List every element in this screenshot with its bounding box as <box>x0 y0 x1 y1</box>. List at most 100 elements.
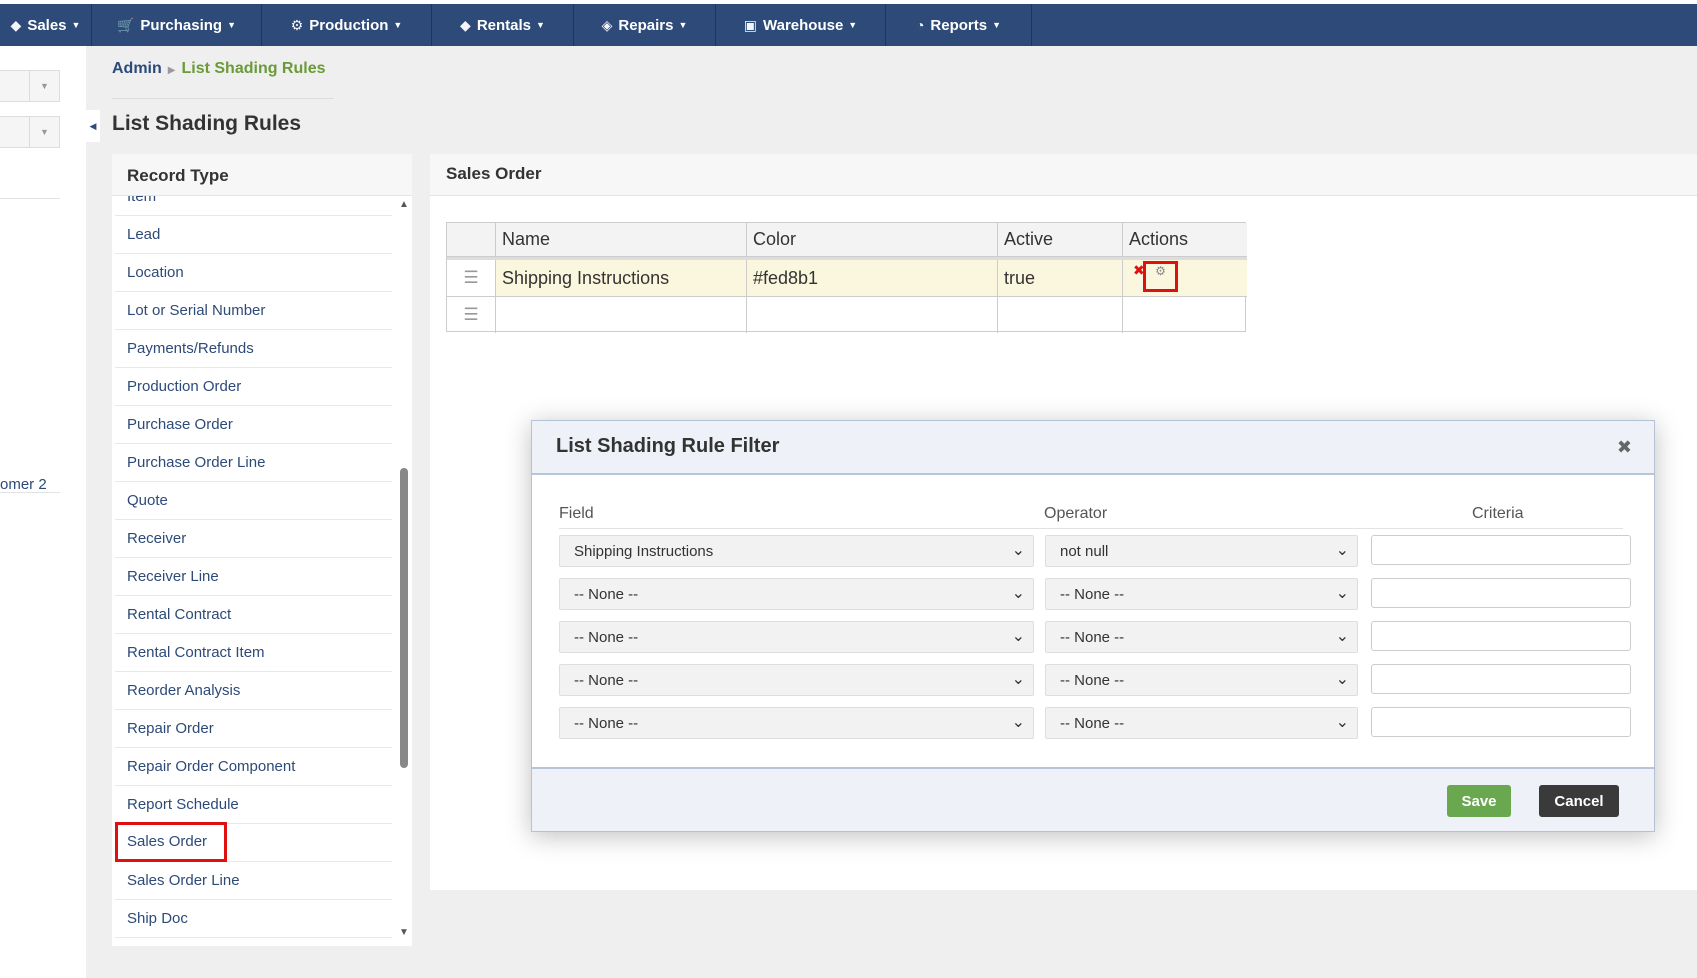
operator-select-value: -- None -- <box>1060 586 1125 603</box>
caret-down-icon: ▼ <box>848 20 858 30</box>
save-button[interactable]: Save <box>1447 785 1511 817</box>
scroll-down-icon[interactable]: ▼ <box>398 926 410 938</box>
list-item[interactable]: Item <box>115 196 392 216</box>
scrollbar-thumb[interactable] <box>400 468 408 768</box>
list-item[interactable]: Receiver <box>115 520 392 558</box>
list-item[interactable]: Purchase Order Line <box>115 444 392 482</box>
left-select-1[interactable]: ▼ <box>0 70 60 102</box>
nav-purchasing[interactable]: 🛒 Purchasing ▼ <box>92 4 262 46</box>
cell-actions: ✖ ⚙ <box>1123 260 1247 296</box>
field-select[interactable]: -- None -- ⌄ <box>559 664 1034 696</box>
chevron-down-icon: ⌄ <box>1011 542 1025 559</box>
gear-icon[interactable]: ⚙ <box>1143 261 1178 292</box>
list-item[interactable]: Location <box>115 254 392 292</box>
field-select[interactable]: -- None -- ⌄ <box>559 578 1034 610</box>
operator-select-value: not null <box>1060 543 1109 560</box>
criteria-input[interactable] <box>1371 707 1631 737</box>
breadcrumb: Admin ▶ List Shading Rules <box>112 60 326 78</box>
criteria-input[interactable] <box>1371 664 1631 694</box>
list-item[interactable]: Rental Contract Item <box>115 634 392 672</box>
column-header-name[interactable]: Name <box>496 223 747 256</box>
criteria-input[interactable] <box>1371 621 1631 651</box>
nav-reports[interactable]: ◔ Reports ▼ <box>886 4 1032 46</box>
list-item[interactable]: Purchase Order <box>115 406 392 444</box>
list-item[interactable]: Production Order <box>115 368 392 406</box>
rules-grid: Name Color Active Actions ☰ Shipping Ins… <box>446 222 1247 333</box>
record-type-list[interactable]: Item Lead Location Lot or Serial Number … <box>115 196 392 940</box>
cart-icon: 🛒 <box>116 16 135 33</box>
cell-name[interactable] <box>496 297 747 333</box>
list-item[interactable]: Reorder Analysis <box>115 672 392 710</box>
field-select-value: -- None -- <box>574 715 639 732</box>
drag-handle-icon[interactable]: ☰ <box>447 260 496 296</box>
nav-warehouse-label: Warehouse <box>763 16 844 34</box>
list-item[interactable]: Rental Contract <box>115 596 392 634</box>
field-select[interactable]: Shipping Instructions ⌄ <box>559 535 1034 567</box>
chevron-down-icon: ⌄ <box>1011 585 1025 602</box>
table-row[interactable]: ☰ Shipping Instructions #fed8b1 true ✖ ⚙ <box>447 260 1247 297</box>
cell-color[interactable]: #fed8b1 <box>747 260 998 296</box>
divider <box>559 528 1623 529</box>
scroll-up-icon[interactable]: ▲ <box>398 198 410 210</box>
cancel-button[interactable]: Cancel <box>1539 785 1619 817</box>
cell-active[interactable]: true <box>998 260 1123 296</box>
list-item-selected[interactable]: Sales Order <box>115 822 392 862</box>
field-select[interactable]: -- None -- ⌄ <box>559 707 1034 739</box>
collapse-sidebar-icon[interactable]: ◀ <box>86 110 100 142</box>
criteria-input[interactable] <box>1371 535 1631 565</box>
field-select-value: -- None -- <box>574 629 639 646</box>
list-item[interactable]: Payments/Refunds <box>115 330 392 368</box>
nav-repairs[interactable]: ◈ Repairs ▼ <box>574 4 716 46</box>
operator-select[interactable]: -- None -- ⌄ <box>1045 707 1358 739</box>
selected-highlight-box[interactable]: Sales Order <box>115 822 227 862</box>
column-header-color[interactable]: Color <box>747 223 998 256</box>
nav-sales[interactable]: ◆ Sales ▼ <box>0 4 92 46</box>
operator-select-value: -- None -- <box>1060 672 1125 689</box>
cube-icon: ▣ <box>743 16 757 33</box>
list-item[interactable]: Lot or Serial Number <box>115 292 392 330</box>
operator-select[interactable]: not null ⌄ <box>1045 535 1358 567</box>
field-select[interactable]: -- None -- ⌄ <box>559 621 1034 653</box>
close-icon[interactable]: ✖ <box>1617 437 1632 458</box>
gears-icon: ⚙ <box>290 16 304 33</box>
caret-down-icon: ▼ <box>227 20 237 30</box>
cell-active[interactable] <box>998 297 1123 333</box>
list-item[interactable]: Report Schedule <box>115 786 392 824</box>
list-item[interactable]: Repair Order Component <box>115 748 392 786</box>
left-partial-text[interactable]: omer 2 <box>0 476 47 493</box>
operator-select[interactable]: -- None -- ⌄ <box>1045 664 1358 696</box>
column-header-active[interactable]: Active <box>998 223 1123 256</box>
nav-production[interactable]: ⚙ Production ▼ <box>262 4 432 46</box>
left-select-2[interactable]: ▼ <box>0 116 60 148</box>
field-select-value: -- None -- <box>574 672 639 689</box>
list-item[interactable]: Receiver Line <box>115 558 392 596</box>
dialog-header: List Shading Rule Filter ✖ <box>532 421 1654 475</box>
table-row-empty[interactable]: ☰ <box>447 297 1247 333</box>
divider <box>112 98 334 99</box>
nav-reports-label: Reports <box>930 16 988 34</box>
list-item[interactable]: Quote <box>115 482 392 520</box>
dialog-title: List Shading Rule Filter <box>556 435 780 457</box>
chevron-down-icon: ⌄ <box>1335 585 1349 602</box>
list-item[interactable]: Sales Order Line <box>115 862 392 900</box>
operator-select[interactable]: -- None -- ⌄ <box>1045 578 1358 610</box>
field-column-label: Field <box>559 505 594 522</box>
scrollbar[interactable]: ▲ ▼ <box>398 196 410 940</box>
operator-select[interactable]: -- None -- ⌄ <box>1045 621 1358 653</box>
breadcrumb-current: List Shading Rules <box>181 60 326 77</box>
list-item[interactable]: Repair Order <box>115 710 392 748</box>
chevron-down-icon: ⌄ <box>1011 671 1025 688</box>
nav-warehouse[interactable]: ▣ Warehouse ▼ <box>716 4 886 46</box>
list-item[interactable]: Ship Doc <box>115 900 392 938</box>
pie-chart-icon: ◔ <box>915 17 925 33</box>
cell-color[interactable] <box>747 297 998 333</box>
chevron-down-icon: ⌄ <box>1011 628 1025 645</box>
nav-rentals[interactable]: ◆ Rentals ▼ <box>432 4 574 46</box>
caret-down-icon: ▼ <box>992 20 1002 30</box>
record-type-panel: Record Type Item Lead Location Lot or Se… <box>112 154 412 946</box>
breadcrumb-admin[interactable]: Admin <box>112 60 162 77</box>
drag-handle-icon[interactable]: ☰ <box>447 297 496 333</box>
cell-name[interactable]: Shipping Instructions <box>496 260 747 296</box>
list-item[interactable]: Lead <box>115 216 392 254</box>
criteria-input[interactable] <box>1371 578 1631 608</box>
